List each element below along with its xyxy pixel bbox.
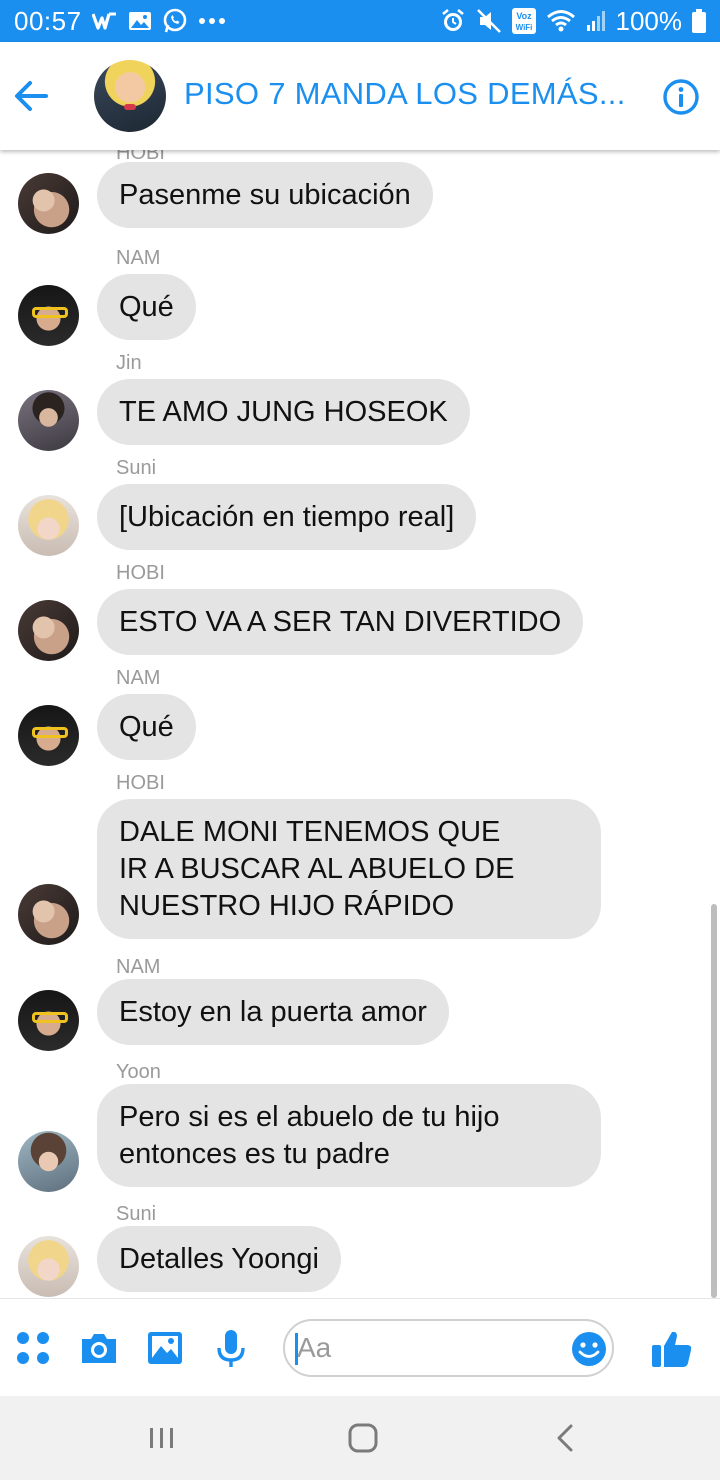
apps-icon[interactable]	[14, 1329, 52, 1367]
wifi-icon	[546, 9, 576, 33]
message-bubble[interactable]: Qué	[97, 694, 196, 760]
back-icon[interactable]	[545, 1418, 585, 1458]
avatar[interactable]	[18, 285, 79, 346]
info-icon[interactable]	[662, 78, 700, 116]
avatar[interactable]	[18, 173, 79, 234]
message-input[interactable]	[295, 1330, 557, 1366]
svg-text:WiFi: WiFi	[515, 23, 532, 32]
navigation-bar	[0, 1396, 720, 1480]
sender-name: HOBI	[116, 772, 165, 794]
message-bubble[interactable]: Pero si es el abuelo de tu hijo entonces…	[97, 1084, 601, 1187]
signal-icon	[586, 10, 606, 32]
message-composer	[0, 1298, 720, 1397]
w-app-icon	[91, 11, 118, 31]
message-bubble[interactable]: TE AMO JUNG HOSEOK	[97, 379, 470, 445]
emoji-icon[interactable]	[571, 1331, 607, 1367]
image-icon[interactable]	[146, 1329, 184, 1367]
alarm-icon	[440, 8, 466, 34]
sender-name: NAM	[116, 247, 161, 269]
battery-percent: 100%	[615, 5, 683, 36]
conversation-title[interactable]: PISO 7 MANDA LOS DEMÁS...	[184, 76, 634, 112]
gallery-icon	[128, 11, 152, 31]
status-bar-left: 00:57	[14, 6, 226, 37]
back-arrow-icon[interactable]	[12, 78, 50, 114]
message-input-box[interactable]	[283, 1319, 614, 1377]
sender-name: NAM	[116, 667, 161, 689]
avatar[interactable]	[18, 705, 79, 766]
group-avatar[interactable]	[94, 60, 166, 132]
text-cursor	[295, 1333, 298, 1365]
avatar[interactable]	[18, 390, 79, 451]
sender-name: Suni	[116, 1203, 157, 1225]
battery-icon	[692, 9, 706, 33]
message-bubble[interactable]: ESTO VA A SER TAN DIVERTIDO	[97, 589, 584, 655]
message-bubble[interactable]: Qué	[97, 274, 196, 340]
recent-apps-icon[interactable]	[142, 1418, 182, 1458]
whatsapp-icon	[162, 8, 188, 34]
camera-icon[interactable]	[78, 1329, 120, 1367]
status-time: 00:57	[14, 5, 82, 36]
home-icon[interactable]	[343, 1418, 383, 1458]
message-bubble[interactable]: DALE MONI TENEMOS QUE IR A BUSCAR AL ABU…	[97, 799, 601, 939]
message-bubble[interactable]: Pasenme su ubicación	[97, 162, 433, 228]
avatar[interactable]	[18, 600, 79, 661]
voz-wifi-icon: Voz WiFi	[511, 8, 536, 34]
status-bar-right: Voz WiFi 100%	[440, 5, 706, 37]
svg-text:Voz: Voz	[516, 11, 532, 21]
avatar[interactable]	[18, 884, 79, 945]
avatar[interactable]	[18, 1131, 79, 1192]
message-list[interactable]: HOBI Pasenme su ubicación NAM Qué Jin TE…	[0, 150, 720, 1298]
sender-name: NAM	[116, 956, 161, 978]
thumbs-up-icon[interactable]	[651, 1329, 693, 1367]
message-bubble[interactable]: Detalles Yoongi	[97, 1226, 341, 1292]
microphone-icon[interactable]	[214, 1329, 252, 1367]
conversation-header: PISO 7 MANDA LOS DEMÁS...	[0, 42, 720, 150]
sender-name: Yoon	[116, 1061, 161, 1083]
sender-name: HOBI	[116, 562, 165, 584]
avatar[interactable]	[18, 495, 79, 556]
mute-icon	[476, 8, 502, 34]
message-bubble[interactable]: Estoy en la puerta amor	[97, 979, 449, 1045]
status-bar: 00:57 Voz WiFi 100%	[0, 0, 720, 42]
sender-name: Suni	[116, 457, 157, 479]
avatar[interactable]	[18, 1236, 79, 1297]
avatar[interactable]	[18, 990, 79, 1051]
more-dots-icon	[198, 17, 226, 25]
sender-name: Jin	[116, 352, 142, 374]
message-bubble[interactable]: [Ubicación en tiempo real]	[97, 484, 477, 550]
scrollbar[interactable]	[711, 904, 717, 1298]
